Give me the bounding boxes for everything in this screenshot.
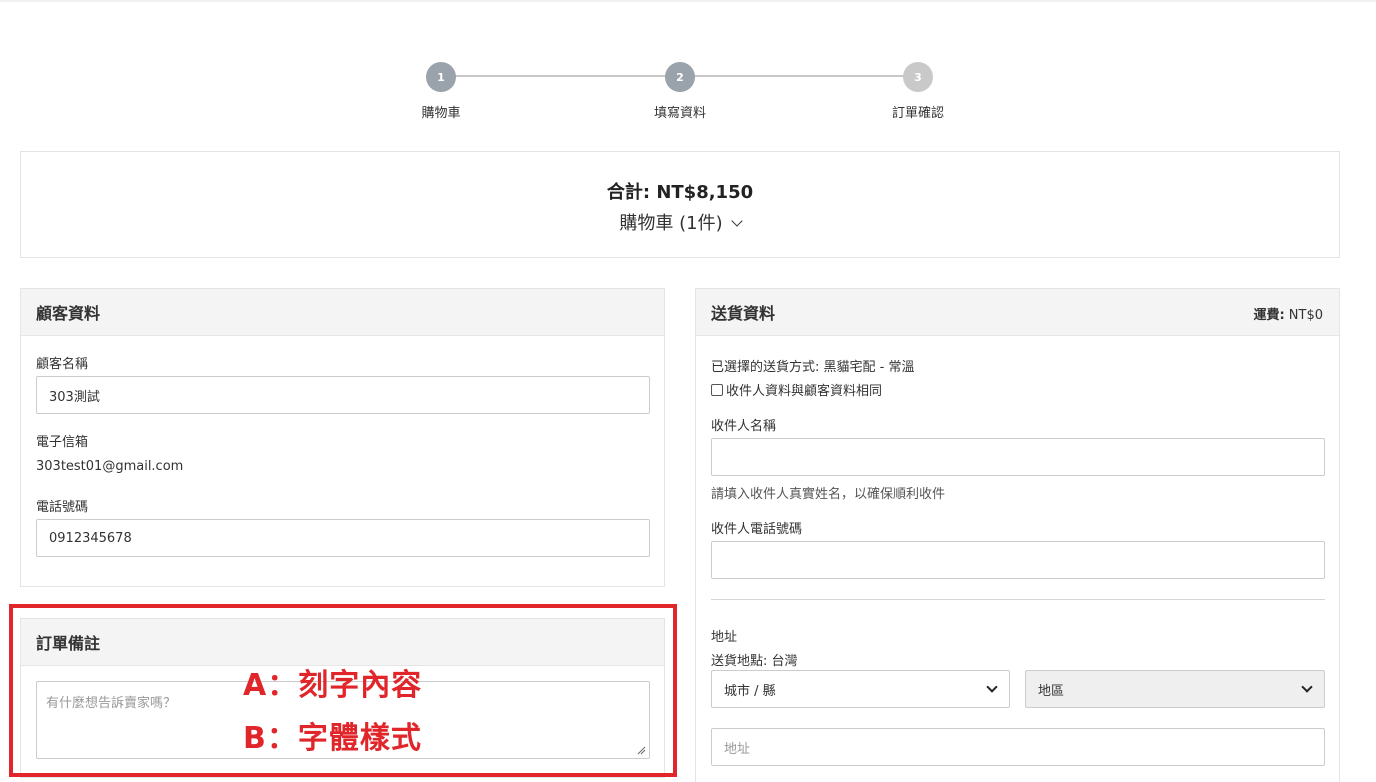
step-1-label: 購物車 <box>421 106 461 121</box>
delivery-method: 已選擇的送貨方式: 黑貓宅配 - 常溫 <box>711 360 915 375</box>
top-border <box>0 0 1376 2</box>
annotation-line-b: B：字體樣式 <box>243 721 422 756</box>
section-divider <box>711 599 1325 600</box>
chevron-down-icon <box>1301 681 1313 693</box>
delivery-panel-header: 送貨資料 運費: NT$0 <box>696 289 1339 336</box>
customer-panel: 顧客資料 顧客名稱 303測試 電子信箱 303test01@gmail.com… <box>20 288 665 587</box>
step-2-label: 填寫資料 <box>653 106 706 121</box>
cart-toggle[interactable]: 購物車 (1件) <box>21 209 1339 235</box>
city-select[interactable]: 城市 / 縣 <box>711 670 1010 708</box>
shipping-fee-label: 運費: <box>1253 308 1285 323</box>
shipping-fee: 運費: NT$0 <box>1253 304 1323 323</box>
address-input[interactable]: 地址 <box>711 728 1325 766</box>
customer-panel-title: 顧客資料 <box>21 289 664 336</box>
step-connector <box>680 75 918 77</box>
district-select[interactable]: 地區 <box>1025 670 1325 708</box>
customer-name-input[interactable]: 303測試 <box>36 376 650 414</box>
customer-phone-label: 電話號碼 <box>36 500 89 515</box>
recipient-name-hint: 請填入收件人真實姓名，以確保順利收件 <box>711 487 946 502</box>
order-summary: 合計: NT$8,150 購物車 (1件) <box>20 151 1340 258</box>
customer-email-value: 303test01@gmail.com <box>36 459 184 474</box>
customer-email-label: 電子信箱 <box>36 435 89 450</box>
step-1-circle: 1 <box>426 62 456 92</box>
same-as-customer-option[interactable]: 收件人資料與顧客資料相同 <box>711 380 882 399</box>
district-select-value: 地區 <box>1038 683 1065 699</box>
customer-name-label: 顧客名稱 <box>36 357 89 372</box>
same-as-customer-checkbox[interactable] <box>711 384 723 396</box>
step-connector <box>441 75 679 77</box>
annotation-line-a: A：刻字內容 <box>243 668 423 703</box>
recipient-name-input[interactable] <box>711 438 1325 476</box>
step-3-circle: 3 <box>903 62 933 92</box>
address-label: 地址 <box>711 630 738 645</box>
chevron-down-icon <box>730 215 743 227</box>
checkout-stepper: 1 購物車 2 填寫資料 3 訂單確認 <box>400 62 960 122</box>
delivery-location: 送貨地點: 台灣 <box>711 654 798 669</box>
customer-phone-input[interactable]: 0912345678 <box>36 519 650 557</box>
recipient-name-label: 收件人名稱 <box>711 419 777 434</box>
delivery-panel: 送貨資料 運費: NT$0 已選擇的送貨方式: 黑貓宅配 - 常溫 收件人資料與… <box>695 288 1340 782</box>
step-2-circle: 2 <box>665 62 695 92</box>
delivery-panel-title: 送貨資料 <box>711 304 776 323</box>
same-as-customer-label: 收件人資料與顧客資料相同 <box>726 384 883 399</box>
cart-count-label: 購物車 (1件) <box>619 213 723 234</box>
chevron-down-icon <box>986 681 998 693</box>
step-3-label: 訂單確認 <box>891 106 944 121</box>
order-total: 合計: NT$8,150 <box>606 182 754 203</box>
shipping-fee-value: NT$0 <box>1288 308 1323 323</box>
recipient-phone-input[interactable] <box>711 541 1325 579</box>
city-select-value: 城市 / 縣 <box>724 683 776 699</box>
recipient-phone-label: 收件人電話號碼 <box>711 522 803 537</box>
